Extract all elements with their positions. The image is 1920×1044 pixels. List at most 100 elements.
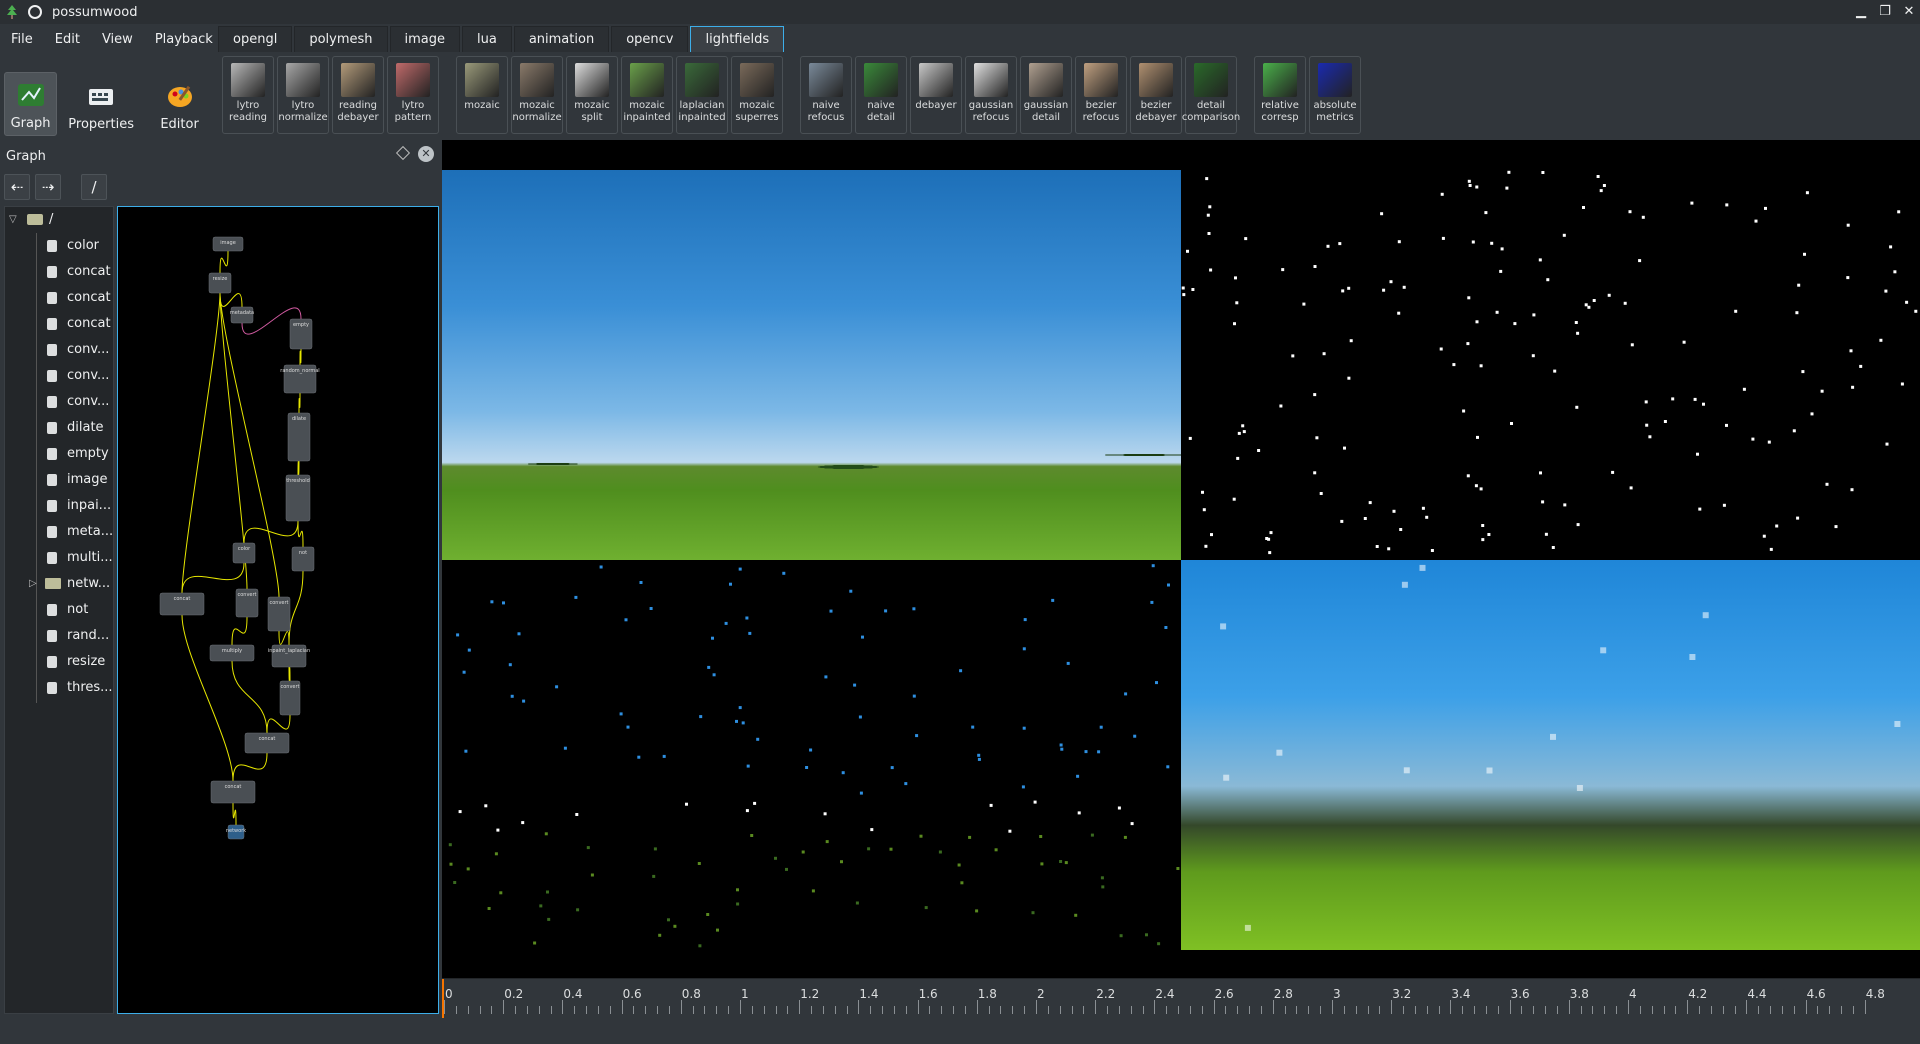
tool-laplacian-inpainted-button[interactable]: laplacian inpainted [676, 56, 728, 134]
graph-node-not[interactable]: not [291, 546, 315, 572]
tab-lightfields[interactable]: lightfields [690, 26, 785, 52]
graph-node-concat[interactable]: concat [244, 732, 290, 754]
tool-lytro-reading-button[interactable]: lytro reading [222, 56, 274, 134]
graph-node-concat[interactable]: concat [159, 592, 205, 616]
graph-node-network[interactable]: network [226, 824, 246, 840]
tool-relative-corresp-button[interactable]: relative corresp [1254, 56, 1306, 134]
tool-gaussian-detail-button[interactable]: gaussian detail [1020, 56, 1072, 134]
tab-polymesh[interactable]: polymesh [294, 26, 388, 52]
sample-dot [889, 847, 893, 851]
graph-node-convert[interactable]: convert [279, 680, 301, 716]
tab-animation[interactable]: animation [513, 26, 610, 52]
sample-dot [626, 725, 630, 729]
graph-node-color[interactable]: color [232, 542, 256, 564]
tool-mozaic-split-button[interactable]: mozaic split [566, 56, 618, 134]
graph-node-image[interactable]: image [212, 236, 244, 252]
tool-mozaic-normalize-button[interactable]: mozaic normalize [511, 56, 563, 134]
tree-item[interactable]: meta... [5, 519, 113, 545]
sample-dot [1084, 750, 1088, 754]
sample-dot [662, 754, 666, 758]
tree-item[interactable]: conv... [5, 363, 113, 389]
graph-node-convert[interactable]: convert [235, 588, 259, 618]
tree-item[interactable]: concat [5, 259, 113, 285]
tab-image[interactable]: image [389, 26, 460, 52]
pin-icon[interactable] [28, 5, 42, 19]
tree-item[interactable]: concat [5, 285, 113, 311]
path-button[interactable]: / [81, 174, 107, 200]
float-dock-icon[interactable] [395, 145, 411, 161]
close-dock-button[interactable]: ✕ [418, 146, 434, 162]
title-bar: possumwood ▁ ❐ ✕ [0, 0, 1920, 24]
graph-node-dilate[interactable]: dilate [287, 412, 311, 462]
tool-label: bezier refocus [1082, 100, 1120, 123]
tree-item[interactable]: empty [5, 441, 113, 467]
tool-mozaic-superres-button[interactable]: mozaic superres [731, 56, 783, 134]
tree-root[interactable]: ▽ / [5, 207, 113, 233]
menu-view[interactable]: View [91, 32, 144, 47]
tree-item[interactable]: resize [5, 649, 113, 675]
tree-item[interactable]: color [5, 233, 113, 259]
graph-node-metadata[interactable]: metadata [230, 306, 254, 324]
sample-dot [1599, 189, 1603, 193]
timeline-tick [515, 1006, 517, 1014]
tool-lytro-pattern-button[interactable]: lytro pattern [387, 56, 439, 134]
timeline-tick-label: 3.2 [1392, 987, 1412, 1001]
graph-node-threshold[interactable]: threshold [285, 474, 311, 522]
minimize-button[interactable]: ▁ [1852, 3, 1870, 21]
close-window-button[interactable]: ✕ [1900, 3, 1918, 21]
tool-naive-detail-button[interactable]: naive detail [855, 56, 907, 134]
menu-edit[interactable]: Edit [44, 32, 91, 47]
graph-node-resize[interactable]: resize [208, 272, 232, 294]
tree-item[interactable]: inpai... [5, 493, 113, 519]
forward-button[interactable]: ⇢ [35, 174, 61, 200]
tree-item[interactable]: ▷ netw... [5, 571, 113, 597]
tool-mozaic-inpainted-button[interactable]: mozaic inpainted [621, 56, 673, 134]
sample-dot [840, 860, 843, 864]
graph-node-multiply[interactable]: multiply [209, 644, 255, 662]
tool-debayer-button[interactable]: debayer [910, 56, 962, 134]
tree-item[interactable]: image [5, 467, 113, 493]
graph-node-inpaint_laplacian[interactable]: inpaint_laplacian [268, 644, 310, 668]
tree-item[interactable]: not [5, 597, 113, 623]
tool-bezier-refocus-button[interactable]: bezier refocus [1075, 56, 1127, 134]
tree-item[interactable]: conv... [5, 389, 113, 415]
expand-arrow-icon[interactable]: ▷ [29, 571, 37, 597]
graph-node-concat[interactable]: concat [210, 780, 256, 804]
graph-node-empty[interactable]: empty [289, 318, 313, 350]
tab-opengl[interactable]: opengl [218, 26, 293, 52]
collapse-arrow-icon[interactable]: ▽ [9, 207, 17, 233]
tool-naive-refocus-button[interactable]: naive refocus [800, 56, 852, 134]
sample-dot [653, 847, 657, 851]
tool-mozaic-button[interactable]: mozaic [456, 56, 508, 134]
tab-opencv[interactable]: opencv [611, 26, 689, 52]
properties-mode-button[interactable]: Properties [68, 72, 134, 136]
node-graph-canvas[interactable]: image resize metadata empty random_normaldil… [117, 206, 439, 1014]
tool-reading-debayer-button[interactable]: reading debayer [332, 56, 384, 134]
tree-item[interactable]: concat [5, 311, 113, 337]
sample-dot [994, 848, 998, 852]
menu-file[interactable]: File [0, 32, 44, 47]
tree-item[interactable]: multi... [5, 545, 113, 571]
graph-node-random_normal[interactable]: random_normal [280, 364, 320, 394]
tool-detail-comparison-button[interactable]: detail comparison [1182, 56, 1240, 134]
graph-wire [266, 714, 291, 734]
graph-mode-button[interactable]: Graph [4, 72, 58, 136]
menu-playback[interactable]: Playback [144, 32, 224, 47]
tool-bezier-debayer-button[interactable]: bezier debayer [1130, 56, 1182, 134]
tree-item[interactable]: thres... [5, 675, 113, 701]
tree-item[interactable]: conv... [5, 337, 113, 363]
timeline[interactable]: 0 0.2 0.4 0.6 0.8 1 1.2 1.4 1.6 1.8 2 2.2 2.4 2.6 2.8 3… [442, 978, 1920, 1019]
back-button[interactable]: ⇠ [4, 174, 30, 200]
sample-dot [977, 753, 981, 757]
maximize-button[interactable]: ❐ [1876, 3, 1894, 21]
tool-absolute-metrics-button[interactable]: absolute metrics [1309, 56, 1361, 134]
tree-item[interactable]: dilate [5, 415, 113, 441]
tool-lytro-normalize-button[interactable]: lytro normalize [277, 56, 329, 134]
graph-node-convert[interactable]: convert [267, 596, 291, 632]
tab-lua[interactable]: lua [462, 26, 512, 52]
editor-mode-button[interactable]: Editor [153, 72, 206, 136]
tree-item[interactable]: rand... [5, 623, 113, 649]
sample-dot [735, 719, 738, 723]
image-viewport[interactable] [442, 140, 1920, 978]
tool-gaussian-refocus-button[interactable]: gaussian refocus [965, 56, 1017, 134]
